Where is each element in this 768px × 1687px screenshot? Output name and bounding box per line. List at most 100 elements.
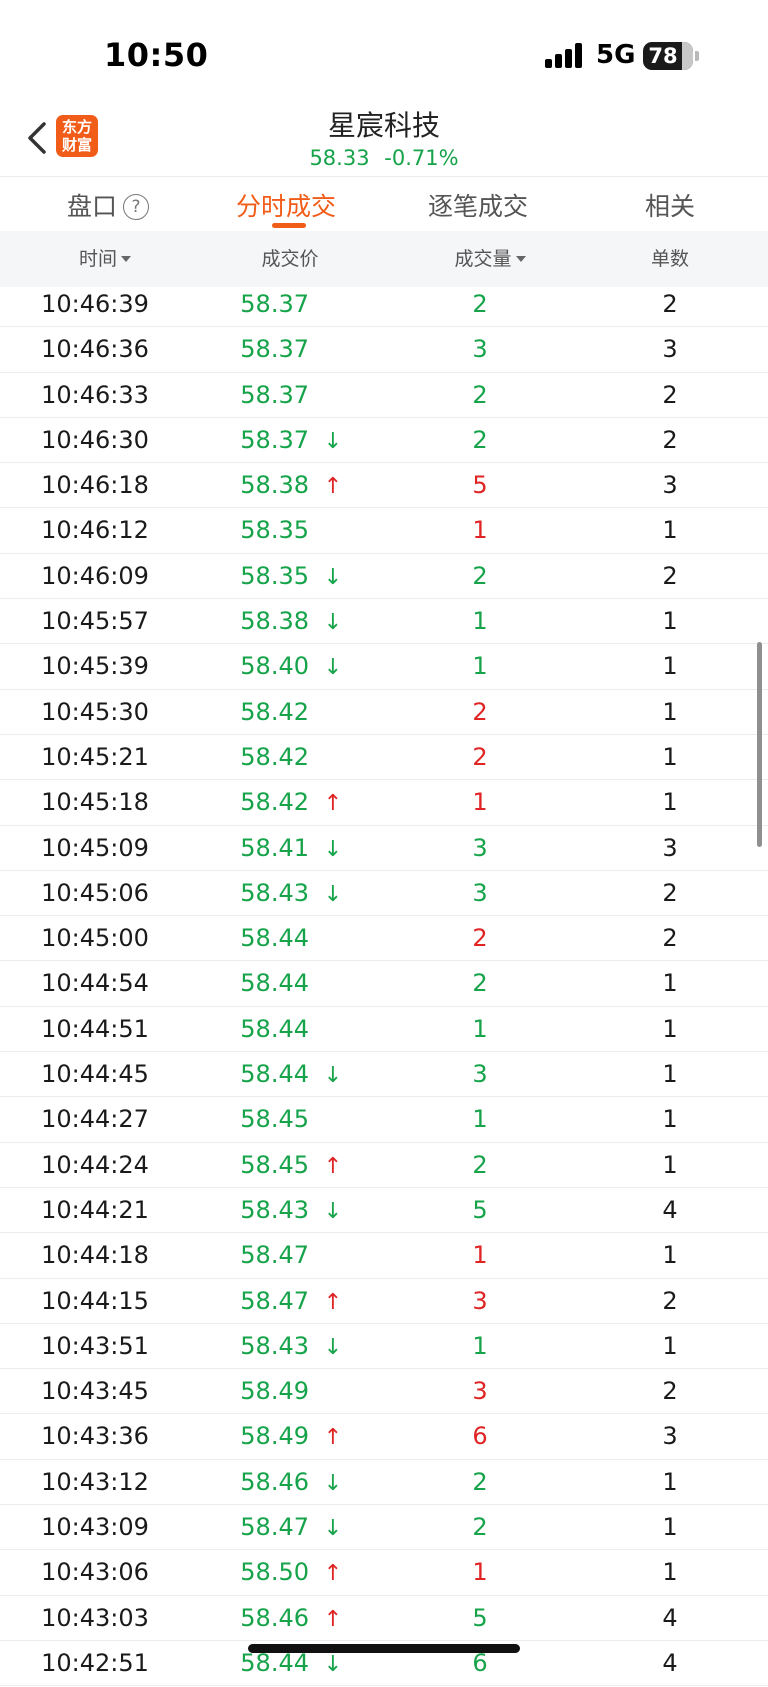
arrow-up-icon: ↑ xyxy=(323,1561,343,1587)
trade-time: 10:45:21 xyxy=(41,742,149,771)
trade-price-cell: 58.38 ↑ xyxy=(220,463,360,508)
arrow-down-icon: ↓ xyxy=(323,1198,343,1224)
trade-price-cell: 58.44 ↓ xyxy=(220,1052,360,1097)
network-type: 5G xyxy=(596,40,636,70)
table-row[interactable]: 10:45:21 58.42 2 1 xyxy=(0,735,768,781)
trade-price-cell: 58.50 ↑ xyxy=(220,1550,360,1595)
table-row[interactable]: 10:44:45 58.44 ↓ 3 1 xyxy=(0,1052,768,1098)
trade-count: 1 xyxy=(662,969,678,998)
trade-time: 10:44:54 xyxy=(41,969,149,998)
trade-time: 10:43:36 xyxy=(41,1422,149,1451)
trade-volume: 5 xyxy=(472,1195,488,1224)
trade-volume: 2 xyxy=(472,742,488,771)
trade-count: 1 xyxy=(662,1105,678,1134)
trade-time: 10:44:51 xyxy=(41,1014,149,1043)
trade-count: 1 xyxy=(662,1241,678,1270)
trade-volume: 3 xyxy=(472,1060,488,1089)
trade-volume: 6 xyxy=(472,1422,488,1451)
table-row[interactable]: 10:46:30 58.37 ↓ 2 2 xyxy=(0,418,768,464)
trade-price-cell: 58.45 ↑ xyxy=(220,1143,360,1188)
table-row[interactable]: 10:46:33 58.37 2 2 xyxy=(0,373,768,418)
column-time[interactable]: 时间 xyxy=(40,231,170,287)
trade-volume: 1 xyxy=(472,652,488,681)
table-row[interactable]: 10:44:18 58.47 1 1 xyxy=(0,1233,768,1279)
table-row[interactable]: 10:44:54 58.44 2 1 xyxy=(0,961,768,1007)
table-row[interactable]: 10:46:36 58.37 3 3 xyxy=(0,327,768,373)
home-indicator[interactable] xyxy=(248,1644,520,1653)
tab-time-sales[interactable]: 分时成交 xyxy=(226,187,346,223)
trade-count: 1 xyxy=(662,1150,678,1179)
table-row[interactable]: 10:45:57 58.38 ↓ 1 1 xyxy=(0,599,768,645)
trade-count: 1 xyxy=(662,652,678,681)
battery-level: 78 xyxy=(648,44,678,68)
tab-label: 相关 xyxy=(644,192,695,221)
tab-tick-by-tick[interactable]: 逐笔成交 xyxy=(418,187,538,223)
table-row[interactable]: 10:46:12 58.35 1 1 xyxy=(0,508,768,554)
tab-label: 逐笔成交 xyxy=(427,192,528,221)
trade-price: 58.47 xyxy=(240,1286,309,1315)
trade-price-cell: 58.43 ↓ xyxy=(220,871,360,916)
table-row[interactable]: 10:46:39 58.37 2 2 xyxy=(0,282,768,328)
trade-time: 10:45:00 xyxy=(41,924,149,953)
table-row[interactable]: 10:43:06 58.50 ↑ 1 1 xyxy=(0,1550,768,1596)
column-header: 时间 成交价 成交量 单数 xyxy=(0,231,768,287)
table-row[interactable]: 10:43:12 58.46 ↓ 2 1 xyxy=(0,1460,768,1506)
trade-volume: 2 xyxy=(472,1150,488,1179)
tab-related[interactable]: 相关 xyxy=(634,187,706,223)
trade-price-cell: 58.37 xyxy=(220,282,360,327)
trade-price: 58.50 xyxy=(240,1558,309,1587)
trade-price: 58.44 xyxy=(240,924,309,953)
column-count-label: 单数 xyxy=(650,248,689,270)
arrow-up-icon: ↑ xyxy=(323,1425,343,1451)
column-volume[interactable]: 成交量 xyxy=(420,231,560,287)
trade-count: 1 xyxy=(662,1558,678,1587)
tab-order-book[interactable]: 盘口? xyxy=(66,187,150,223)
trade-count: 2 xyxy=(662,878,678,907)
arrow-up-icon: ↑ xyxy=(323,1153,343,1179)
trade-volume: 2 xyxy=(472,380,488,409)
trade-volume: 1 xyxy=(472,788,488,817)
trade-price: 58.44 xyxy=(240,969,309,998)
table-row[interactable]: 10:44:24 58.45 ↑ 2 1 xyxy=(0,1143,768,1188)
trade-count: 1 xyxy=(662,1060,678,1089)
trade-time: 10:46:18 xyxy=(41,471,149,500)
trade-volume: 2 xyxy=(472,290,488,318)
table-row[interactable]: 10:43:36 58.49 ↑ 6 3 xyxy=(0,1414,768,1460)
scrollbar[interactable] xyxy=(757,642,762,847)
arrow-down-icon: ↓ xyxy=(323,1470,343,1496)
table-row[interactable]: 10:43:03 58.46 ↑ 5 4 xyxy=(0,1596,768,1641)
trade-price: 58.42 xyxy=(240,788,309,817)
table-row[interactable]: 10:46:09 58.35 ↓ 2 2 xyxy=(0,554,768,600)
table-row[interactable]: 10:46:18 58.38 ↑ 5 3 xyxy=(0,463,768,509)
table-row[interactable]: 10:45:09 58.41 ↓ 3 3 xyxy=(0,826,768,871)
table-row[interactable]: 10:45:18 58.42 ↑ 1 1 xyxy=(0,780,768,826)
table-row[interactable]: 10:44:51 58.44 1 1 xyxy=(0,1007,768,1053)
table-row[interactable]: 10:43:51 58.43 ↓ 1 1 xyxy=(0,1324,768,1370)
sort-down-icon xyxy=(515,256,526,262)
help-icon[interactable]: ? xyxy=(123,194,149,220)
arrow-down-icon: ↓ xyxy=(323,564,343,590)
table-row[interactable]: 10:43:45 58.49 3 2 xyxy=(0,1369,768,1415)
trade-price-cell: 58.37 ↓ xyxy=(220,418,360,463)
trade-price: 58.49 xyxy=(240,1377,309,1406)
table-row[interactable]: 10:45:30 58.42 2 1 xyxy=(0,690,768,735)
table-row[interactable]: 10:45:06 58.43 ↓ 3 2 xyxy=(0,871,768,917)
trade-count: 3 xyxy=(662,335,678,364)
nav-header: 东方 财富 星宸科技 58.33 -0.71% xyxy=(0,100,768,176)
arrow-down-icon: ↓ xyxy=(323,836,343,862)
arrow-down-icon: ↓ xyxy=(323,1063,343,1089)
table-row[interactable]: 10:44:15 58.47 ↑ 3 2 xyxy=(0,1279,768,1324)
table-row[interactable]: 10:44:21 58.43 ↓ 5 4 xyxy=(0,1188,768,1234)
trade-volume: 2 xyxy=(472,697,488,726)
trade-time: 10:45:06 xyxy=(41,878,149,907)
trade-price: 58.49 xyxy=(240,1422,309,1451)
table-row[interactable]: 10:45:00 58.44 2 2 xyxy=(0,916,768,962)
trade-volume: 3 xyxy=(472,833,488,862)
trade-price-cell: 58.41 ↓ xyxy=(220,826,360,871)
trade-volume: 2 xyxy=(472,425,488,454)
table-row[interactable]: 10:43:09 58.47 ↓ 2 1 xyxy=(0,1505,768,1551)
table-row[interactable]: 10:44:27 58.45 1 1 xyxy=(0,1097,768,1143)
table-row[interactable]: 10:45:39 58.40 ↓ 1 1 xyxy=(0,644,768,690)
trade-price-cell: 58.49 ↑ xyxy=(220,1414,360,1459)
trade-time: 10:46:33 xyxy=(41,380,149,409)
